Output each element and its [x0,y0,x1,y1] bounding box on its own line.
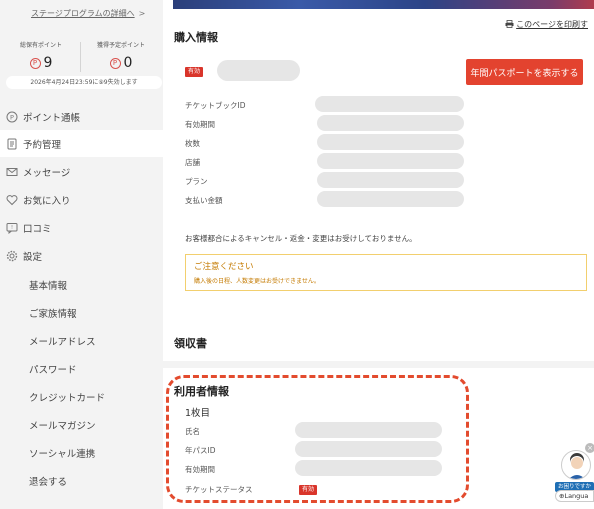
field-label-count: 枚数 [185,139,200,148]
sidebar-item-settings[interactable]: 設定 [0,242,163,269]
chevron-right-icon: > [138,9,146,18]
user-field-value-name [295,422,442,438]
caution-box: ご注意ください 購入後の日程、人数変更はお受けできません。 [185,254,587,291]
field-value-plan [317,172,464,188]
section-divider [163,361,594,368]
sidebar-item-reservations[interactable]: 予約管理 [0,130,163,157]
sheet-number-label: 1枚目 [185,408,211,419]
field-value-store [317,153,464,169]
settings-item-family-info[interactable]: ご家族情報 [29,306,77,320]
point-icon: P [109,57,121,69]
print-page-link[interactable]: このページを印刷す [505,19,588,30]
field-value-validity [317,115,464,131]
sidebar-item-label: ポイント通帳 [23,112,81,124]
document-icon [5,137,19,151]
settings-item-password[interactable]: パスワード [29,362,77,376]
cancel-notice: お客様都合によるキャンセル・返金・変更はお受けしておりません。 [185,234,417,243]
svg-text:!: ! [11,225,13,231]
purchase-info-title: 購入情報 [174,31,218,44]
top-banner-image [173,0,594,9]
svg-text:P: P [10,113,14,121]
caution-title: ご注意ください [194,262,254,272]
sidebar-item-reviews[interactable]: ! 口コミ [0,214,163,241]
settings-item-email[interactable]: メールアドレス [29,334,96,348]
points-held-label: 総保有ポイント [19,42,62,49]
settings-item-social[interactable]: ソーシャル連携 [29,446,95,460]
close-icon[interactable]: × [585,443,594,453]
user-info-title: 利用者情報 [174,385,229,398]
sidebar: ステージプログラムの詳細へ > 総保有ポイント P 9 獲得予定ポイント P 0 … [0,0,163,509]
sidebar-item-label: 予約管理 [23,139,62,151]
field-label-store: 店舗 [185,158,200,167]
printer-icon [505,20,514,28]
user-field-label-pass-id: 年パスID [185,446,216,455]
user-field-value-pass-id [295,441,442,457]
user-field-label-name: 氏名 [185,427,200,436]
stage-program-link[interactable]: ステージプログラムの詳細へ > [31,8,145,19]
language-selector[interactable]: ⊕Langua [555,490,594,502]
ticket-status-badge: 有効 [299,485,318,495]
gear-icon [5,249,19,263]
field-label-validity: 有効期間 [185,120,215,129]
user-field-label-ticket-status: チケットステータス [185,485,253,494]
sidebar-item-favorites[interactable]: お気に入り [0,186,163,213]
sidebar-item-label: お気に入り [23,195,71,207]
support-avatar-icon [561,450,591,480]
review-icon: ! [5,221,19,235]
show-annual-pass-button[interactable]: 年間パスポートを表示する [466,59,583,85]
points-held: 総保有ポイント P 9 [2,40,80,71]
field-label-payment: 支払い金額 [185,196,223,205]
receipt-title: 領収書 [174,337,207,350]
heart-icon [5,193,19,207]
status-badge: 有効 [185,67,204,77]
points-divider [80,42,81,72]
field-value-ticketbook-id [315,96,464,112]
sidebar-item-messages[interactable]: メッセージ [0,158,163,185]
points-pending-value: 0 [123,55,133,71]
points-pending-label: 獲得予定ポイント [96,42,145,49]
sidebar-item-label: 設定 [23,251,43,263]
sidebar-item-label: メッセージ [23,167,71,179]
sidebar-item-point-passbook[interactable]: P ポイント通帳 [0,103,163,130]
mail-icon [5,165,19,179]
points-held-value: 9 [43,55,53,71]
user-field-label-validity: 有効期間 [185,465,215,474]
field-value-payment [317,191,464,207]
points-expiry-note: 2026年4月24日23:59に⑨9失効します [6,76,162,89]
field-label-ticketbook-id: チケットブックID [185,101,246,110]
caution-body: 購入後の日程、人数変更はお受けできません。 [194,278,320,285]
settings-item-credit-card[interactable]: クレジットカード [29,390,105,404]
field-value-count [317,134,464,150]
point-icon: P [29,57,41,69]
settings-item-withdraw[interactable]: 退会する [29,474,67,488]
points-pending: 獲得予定ポイント P 0 [82,40,160,71]
field-label-plan: プラン [185,177,208,186]
settings-item-newsletter[interactable]: メールマガジン [29,418,96,432]
settings-item-basic-info[interactable]: 基本情報 [29,278,67,292]
sidebar-item-label: 口コミ [23,223,52,235]
ticket-name-placeholder [217,60,300,81]
point-icon: P [5,110,19,124]
user-field-value-validity [295,460,442,476]
